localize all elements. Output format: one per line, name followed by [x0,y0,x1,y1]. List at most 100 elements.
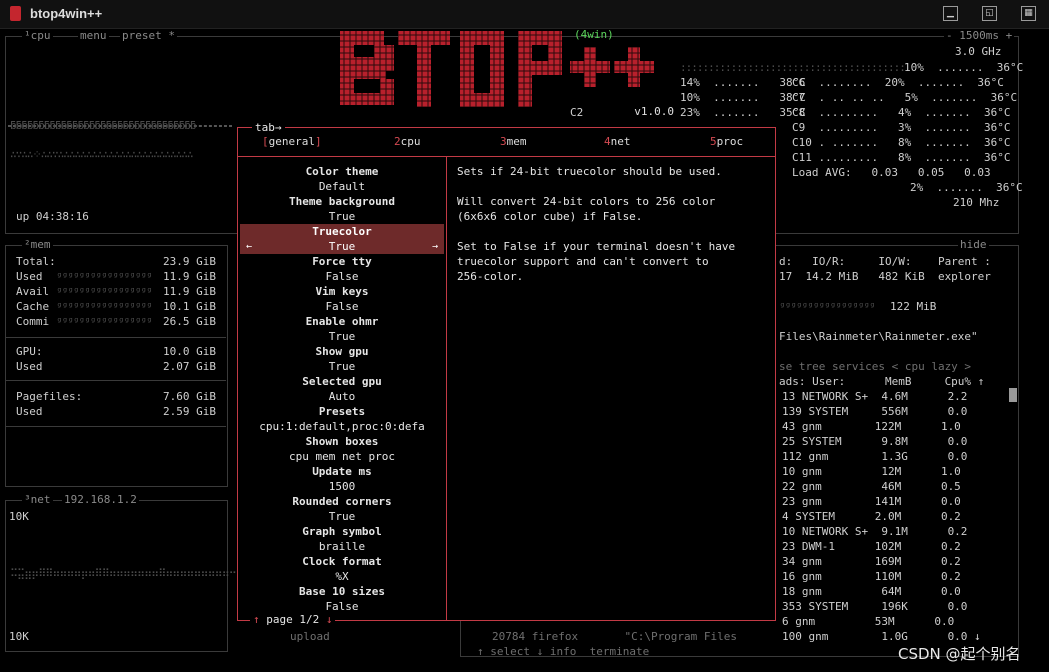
gpu-label: GPU: [16,345,43,358]
table-row[interactable]: 23 DWM-1 102M 0.2 [782,539,961,554]
option-value[interactable]: braille [240,539,444,554]
table-row[interactable]: 16 gnm 110M 0.2 [782,569,961,584]
version-label: v1.0.0 [634,105,674,118]
table-row[interactable]: 18 gnm 64M 0.0 [782,584,961,599]
minimize-icon[interactable]: ▁ [943,6,958,21]
cpu-core-row: 14% ....... 38°C [680,76,806,89]
pagefiles-used-value: 2.59 GiB [163,405,216,418]
proc-mem-bar: ᵍᵍᵍᵍᵍᵍᵍᵍᵍᵍᵍᵍᵍᵍᵍᵍᵍ [779,300,876,313]
page-down-icon[interactable]: ↓ [326,613,333,626]
option-name[interactable]: Enable ohmr [240,314,444,329]
option-value[interactable]: False [240,269,444,284]
option-name[interactable]: Update ms [240,464,444,479]
net-box-label[interactable]: ³net [22,494,53,506]
table-row[interactable]: 22 gnm 46M 0.5 [782,479,961,494]
option-name[interactable]: Selected gpu [240,374,444,389]
table-row[interactable]: 23 gnm 141M 0.0 [782,494,961,509]
refresh-rate-control[interactable]: - 1500ms + [944,30,1015,42]
restore-icon[interactable]: ◱ [982,6,997,21]
tab-proc[interactable]: 5proc [710,135,743,148]
option-name[interactable]: Shown boxes [240,434,444,449]
page-up-icon[interactable]: ↑ [253,613,260,626]
option-value[interactable]: True [240,329,444,344]
option-value[interactable]: Auto [240,389,444,404]
cpu-box-label[interactable]: ¹cpu [22,30,53,42]
net-ip: 192.168.1.2 [62,493,139,506]
menu-button[interactable]: menu [78,30,109,42]
option-name[interactable]: Show gpu [240,344,444,359]
cpu-core-row: 10% ....... 36°C [904,61,1024,74]
divider [6,380,226,381]
table-row[interactable]: 25 SYSTEM 9.8M 0.0 [782,434,967,449]
table-row[interactable]: 100 gnm 1.0G 0.0 ↓ [782,629,981,644]
table-row[interactable]: 34 gnm 169M 0.2 [782,554,961,569]
option-value[interactable]: cpu:1:default,proc:0:defa [240,419,444,434]
option-value[interactable]: Default [240,179,444,194]
hide-button[interactable]: hide [958,239,989,251]
option-name[interactable]: Truecolor [240,224,444,239]
mem-used-bar: ᵍᵍᵍᵍᵍᵍᵍᵍᵍᵍᵍᵍᵍᵍᵍᵍᵍ [56,270,153,283]
option-value[interactable]: False [240,599,444,614]
option-name[interactable]: Graph symbol [240,524,444,539]
option-value[interactable]: True [240,359,444,374]
option-name[interactable]: Base 10 sizes [240,584,444,599]
arrow-right-icon[interactable]: → [432,239,438,254]
table-row[interactable]: 13 NETWORK S+ 4.6M 2.2 [782,389,967,404]
option-value[interactable]: cpu mem net proc [240,449,444,464]
tab-general[interactable]: [general] [262,135,322,148]
cpu-core-row: 23% ....... 35°C [680,106,806,119]
proc-scrollbar[interactable] [1009,388,1017,402]
pagefiles-used-label: Used [16,405,43,418]
gpu-value: 10.0 GiB [163,345,216,358]
option-description: Sets if 24-bit truecolor should be used.… [457,165,736,283]
net-graph-lower: ⠉⠛⠛⠋⠉⠉⠉⠉⠉⠉⠋⠉⠉⠉⠉⠉⠉⠉⠉⠉⠉⠉⠉⠉⠉⠉⠉⠉⠉⠉⠉ [10,573,230,586]
proc-bottom-row[interactable]: 20784 firefox "C:\Program Files [492,629,737,644]
option-name[interactable]: Color theme [240,164,444,179]
option-value[interactable]: ← True → [240,239,444,254]
proc-controls[interactable]: se tree services < cpu lazy > [779,359,971,374]
option-value[interactable]: False [240,299,444,314]
maximize-icon[interactable]: ▦ [1021,6,1036,21]
cpu-core-row: 2% ....... 36°C [910,181,1023,194]
table-row[interactable]: 139 SYSTEM 556M 0.0 [782,404,967,419]
tab-cpu[interactable]: 2cpu [394,135,421,148]
option-value[interactable]: 1500 [240,479,444,494]
pagefiles-label: Pagefiles: [16,390,83,403]
option-name[interactable]: Clock format [240,554,444,569]
option-name[interactable]: Vim keys [240,284,444,299]
mem-cache-bar: ᵍᵍᵍᵍᵍᵍᵍᵍᵍᵍᵍᵍᵍᵍᵍᵍᵍ [56,300,153,313]
gpu-used-label: Used [16,360,43,373]
table-row[interactable]: 112 gnm 1.3G 0.0 [782,449,967,464]
table-row[interactable]: 10 NETWORK S+ 9.1M 0.2 [782,524,967,539]
arrow-left-icon[interactable]: ← [246,239,252,254]
watermark: CSDN @起个别名 [898,645,1021,663]
option-name[interactable]: Rounded corners [240,494,444,509]
table-row[interactable]: 10 gnm 12M 1.0 [782,464,961,479]
option-value[interactable]: True [240,509,444,524]
preset-button[interactable]: preset * [120,30,177,42]
mem-avail-bar: ᵍᵍᵍᵍᵍᵍᵍᵍᵍᵍᵍᵍᵍᵍᵍᵍᵍ [56,285,153,298]
table-row[interactable]: 4 SYSTEM 2.0M 0.2 [782,509,961,524]
mem-avail-label: Avail [16,285,50,298]
cpu-core-row: C7 . .. .. .. 5% ....... 36°C [792,91,1018,104]
option-value[interactable]: True [240,209,444,224]
proc-io-values: 17 14.2 MiB 482 KiB explorer [779,270,991,283]
table-row[interactable]: 43 gnm 122M 1.0 [782,419,961,434]
option-name[interactable]: Presets [240,404,444,419]
option-value[interactable]: %X [240,569,444,584]
net-upload-label: upload [290,630,330,643]
tab-mem[interactable]: 3mem [500,135,527,148]
mem-cache-value: 10.1 GiB [163,300,216,313]
logo-badge: (4win) [574,28,614,41]
cpu-core-row: C8 ......... 4% ....... 36°C [792,106,1011,119]
option-name[interactable]: Theme background [240,194,444,209]
proc-footer[interactable]: ↑ select ↓ info terminate [477,644,649,659]
options-pager[interactable]: ↑ page 1/2 ↓ [250,613,336,626]
cpu-total-bar: :::::::::::::::::::::::::::::::::::::::: [680,61,906,74]
tab-net[interactable]: 4net [604,135,631,148]
mem-box-label[interactable]: ²mem [22,239,53,251]
option-name[interactable]: Force tty [240,254,444,269]
table-row[interactable]: 353 SYSTEM 196K 0.0 [782,599,967,614]
table-row[interactable]: 6 gnm 53M 0.0 [782,614,954,629]
mem-total-label: Total: [16,255,56,268]
